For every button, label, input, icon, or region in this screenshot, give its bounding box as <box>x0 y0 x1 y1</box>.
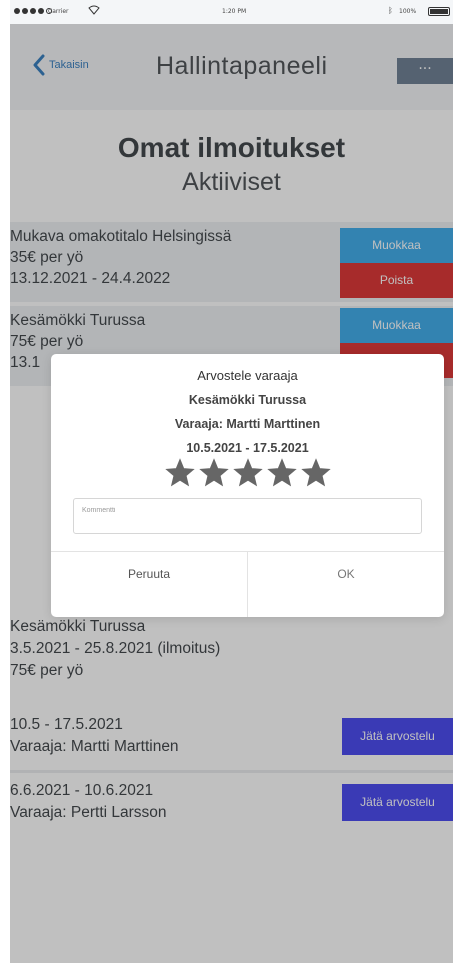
comment-field[interactable] <box>73 498 422 536</box>
star-icon[interactable] <box>164 458 195 488</box>
signal-dots-icon <box>14 8 52 14</box>
carrier-label: Carrier <box>48 8 69 15</box>
bluetooth-icon: ᛒ <box>388 6 393 15</box>
star-rating[interactable] <box>51 458 444 488</box>
clock-label: 1:20 PM <box>222 8 247 15</box>
cancel-button[interactable]: Peruuta <box>51 552 247 596</box>
app-screen: Carrier 1:20 PM ᛒ 100% Takaisin Hallinta… <box>0 0 453 963</box>
dialog-dates: 10.5.2021 - 17.5.2021 <box>186 441 309 455</box>
star-icon[interactable] <box>300 458 331 488</box>
dialog-title: Arvostele varaaja <box>197 368 298 383</box>
rate-booker-dialog: Arvostele varaaja Kesämökki Turussa Vara… <box>51 354 444 617</box>
ok-button[interactable]: OK <box>248 552 444 596</box>
star-icon[interactable] <box>266 458 297 488</box>
status-bar: Carrier 1:20 PM ᛒ 100% <box>10 0 453 24</box>
wifi-icon <box>88 5 100 17</box>
battery-percent: 100% <box>399 8 417 15</box>
dialog-listing: Kesämökki Turussa <box>188 393 307 407</box>
star-icon[interactable] <box>198 458 229 488</box>
dialog-booker: Varaaja: Martti Marttinen <box>174 417 321 431</box>
star-icon[interactable] <box>232 458 263 488</box>
battery-icon <box>428 7 450 16</box>
comment-input[interactable] <box>74 501 421 536</box>
